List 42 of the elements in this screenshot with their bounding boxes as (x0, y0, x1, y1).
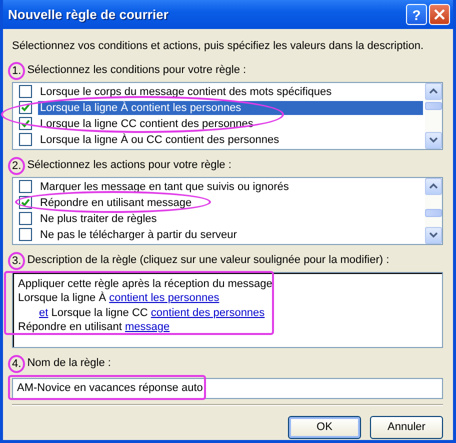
description-line: Lorsque la ligne À contient les personnes (18, 291, 220, 306)
list-item[interactable]: Lorsque la ligne À contient les personnes (38, 100, 423, 114)
checkbox[interactable] (19, 212, 32, 225)
list-item[interactable]: Marquer les message en tant que suivis ou ignorés (38, 180, 291, 194)
checkbox[interactable] (19, 133, 32, 146)
checkbox[interactable] (19, 228, 32, 241)
list-item[interactable]: Ne pas le télécharger à partir du serveur (38, 228, 239, 242)
description-line: Appliquer cette règle après la réception du message (18, 276, 274, 291)
intro-text: Sélectionnez vos conditions et actions, puis spécifiez les valeurs dans la description. (12, 39, 425, 54)
list-item[interactable]: Ne plus traiter de règles (38, 212, 159, 226)
step-number: 1. (8, 62, 26, 80)
value-link[interactable]: contient les personnes (109, 292, 220, 304)
close-icon (434, 9, 445, 20)
list-item[interactable]: Lorsque le corps du message contient des mots spécifiques (38, 84, 334, 98)
section-label: Sélectionnez les conditions pour votre règle : (27, 63, 246, 78)
description-line: Répondre en utilisant message (18, 320, 171, 334)
scroll-thumb[interactable] (425, 208, 442, 216)
step-number: 4. (8, 354, 26, 372)
checkbox[interactable] (19, 85, 32, 98)
checkbox[interactable] (19, 101, 32, 114)
dialog-button[interactable]: Annuler (370, 416, 443, 438)
section-label: Nom de la règle : (27, 356, 111, 372)
help-button[interactable]: ? (406, 4, 427, 25)
section-label: Description de la règle (cliquez sur une valeur soulignée pour la modifier) : (27, 253, 390, 268)
dialog-button[interactable]: OK (288, 416, 361, 438)
list-item[interactable]: Répondre en utilisant message (38, 196, 194, 210)
list-item[interactable]: Lorsque la ligne À ou CC contient des personnes (38, 132, 282, 146)
scrollbar[interactable] (425, 82, 442, 148)
step-number: 2. (8, 156, 26, 174)
close-button[interactable] (429, 4, 450, 25)
value-link[interactable]: contient des personnes (150, 306, 265, 318)
description-line: et Lorsque la ligne CC contient des personnes (38, 306, 266, 320)
section-label: Sélectionnez les actions pour votre règle : (27, 158, 232, 174)
step-number: 3. (8, 252, 26, 270)
checkbox[interactable] (19, 117, 32, 130)
rule-name-field[interactable]: AM-Novice en vacances réponse auto (12, 378, 443, 398)
checkbox[interactable] (19, 180, 32, 193)
window-title: Nouvelle règle de courrier (8, 6, 170, 24)
scroll-thumb[interactable] (425, 102, 442, 110)
scrollbar[interactable] (425, 178, 442, 244)
value-link[interactable]: message (125, 321, 170, 333)
value-link[interactable]: et (39, 306, 48, 318)
